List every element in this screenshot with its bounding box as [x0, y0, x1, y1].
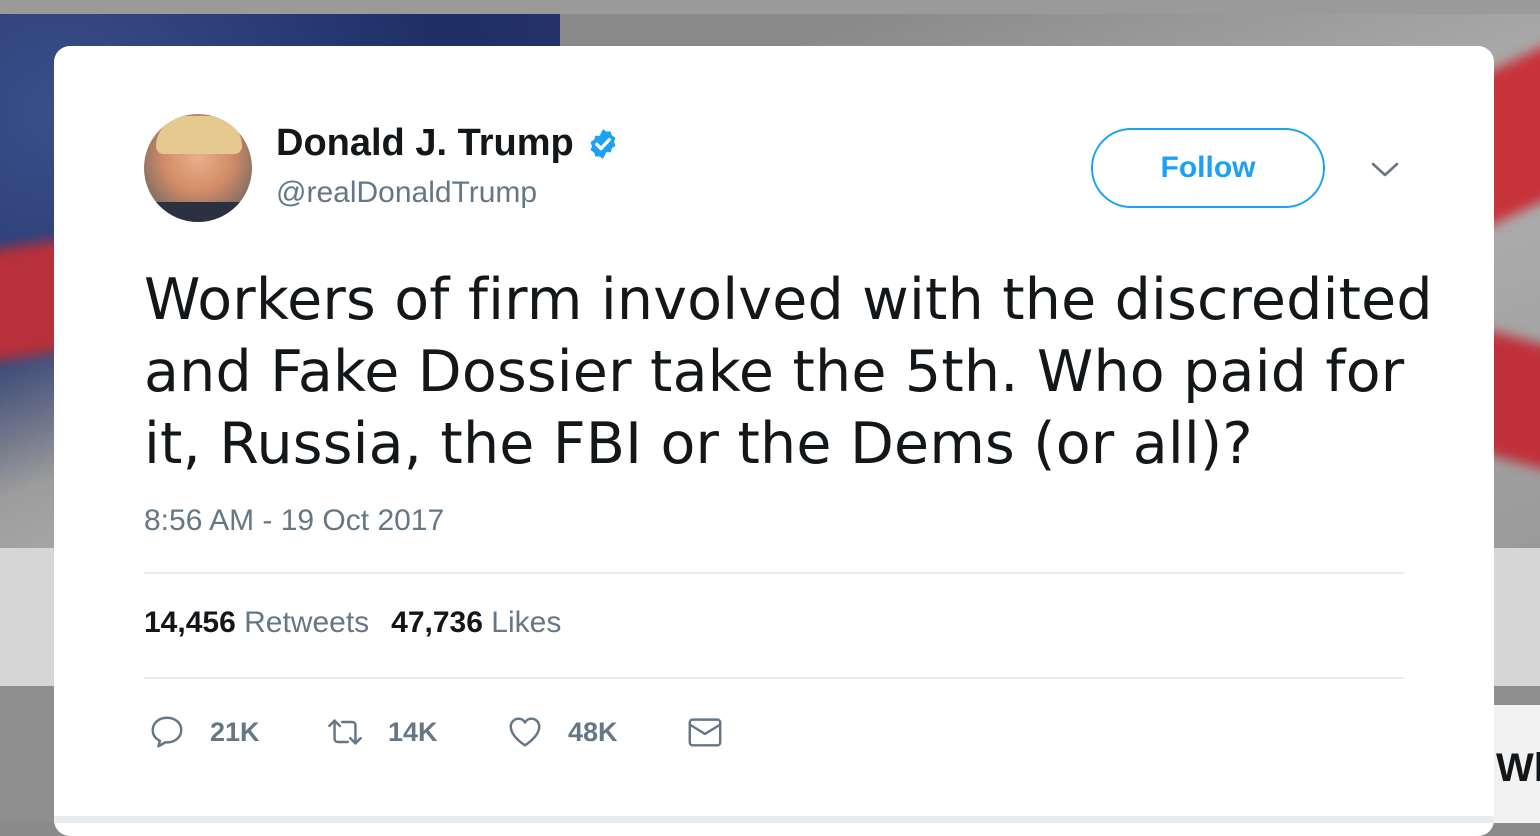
background-top-bar: [0, 0, 1540, 14]
user-name[interactable]: Donald J. Trump: [276, 122, 574, 165]
retweets-count: 14,456: [144, 606, 236, 639]
user-name-row[interactable]: Donald J. Trump: [276, 122, 620, 165]
tweet-modal: Donald J. Trump @realDonaldTrump Follow …: [54, 46, 1494, 836]
modal-bottom-edge: [54, 816, 1494, 823]
verified-badge-icon: [590, 128, 616, 159]
reply-icon: [151, 716, 183, 748]
likes-count: 47,736: [391, 606, 483, 639]
avatar-suit: [144, 202, 252, 222]
retweet-count: 14K: [388, 716, 438, 747]
avatar[interactable]: [144, 114, 252, 222]
likes-stat[interactable]: 47,736 Likes: [391, 606, 561, 640]
reply-count: 21K: [210, 716, 260, 747]
user-handle[interactable]: @realDonaldTrump: [276, 176, 537, 210]
follow-button[interactable]: Follow: [1091, 128, 1325, 208]
envelope-icon: [688, 718, 722, 747]
heart-icon: [509, 717, 541, 747]
tweet-actions: 21K 14K 48K: [148, 711, 724, 753]
retweets-stat[interactable]: 14,456 Retweets: [144, 606, 369, 640]
tweet-text: Workers of firm involved with the discre…: [144, 267, 1433, 477]
chevron-down-icon[interactable]: [1370, 160, 1400, 180]
tweet-stats: 14,456 Retweets 47,736 Likes: [144, 606, 561, 640]
likes-label: Likes: [491, 606, 562, 639]
tweet-timestamp[interactable]: 8:56 AM - 19 Oct 2017: [144, 504, 444, 538]
divider: [144, 677, 1404, 679]
reply-button[interactable]: 21K: [148, 713, 326, 751]
background-partial-text: Wh: [1496, 746, 1540, 790]
like-button[interactable]: 48K: [506, 713, 686, 751]
retweet-button[interactable]: 14K: [326, 713, 506, 751]
avatar-hair: [156, 116, 242, 154]
direct-message-button[interactable]: [686, 713, 724, 751]
retweets-label: Retweets: [244, 606, 370, 639]
retweet-icon: [328, 719, 362, 745]
like-count: 48K: [568, 716, 618, 747]
divider: [144, 572, 1404, 574]
